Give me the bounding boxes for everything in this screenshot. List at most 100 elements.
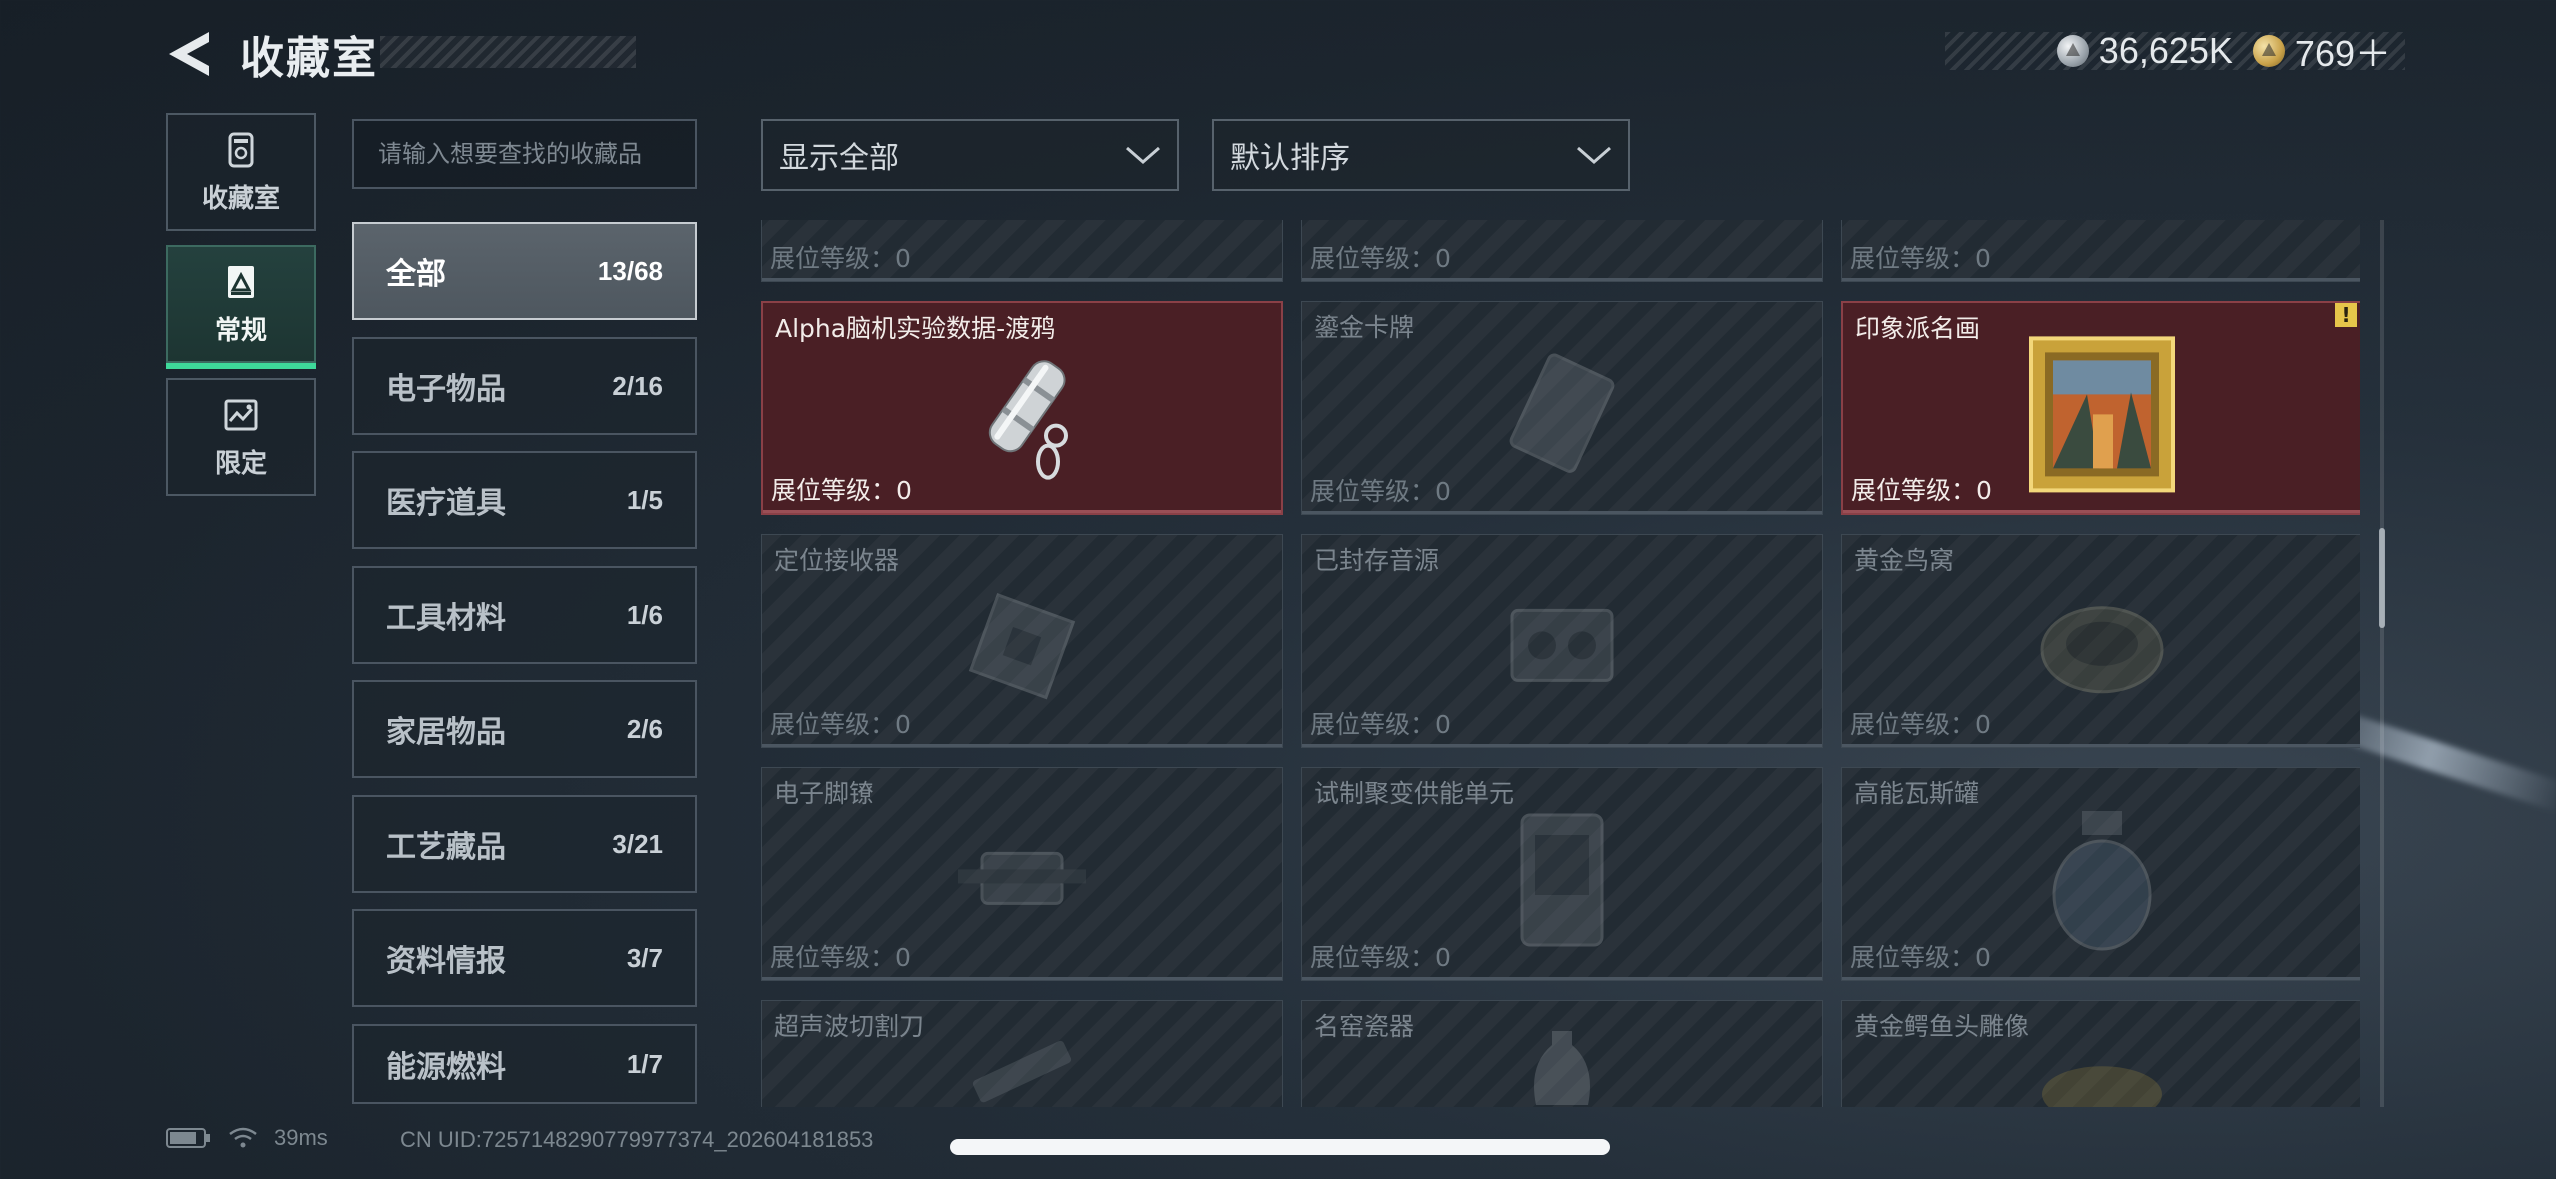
level-text: 展位等级：0	[771, 476, 912, 505]
category-household[interactable]: 家居物品 2/6	[352, 680, 697, 778]
category-count: 3/7	[626, 942, 663, 973]
category-name: 能源燃料	[386, 1050, 506, 1085]
collection-card[interactable]: 黄金鸟窝 展位等级：0	[1841, 534, 2360, 748]
item-name: 试制聚变供能单元	[1314, 779, 1515, 808]
level-text: 展位等级：0	[1310, 943, 1451, 972]
category-name: 工艺藏品	[386, 830, 506, 865]
level-text: 展位等级：0	[1850, 943, 1991, 972]
collection-card[interactable]: 电子脚镣 展位等级：0	[761, 767, 1283, 981]
category-count: 2/6	[626, 713, 663, 744]
item-name: 定位接收器	[774, 546, 900, 575]
item-name: 名窑瓷器	[1314, 1012, 1415, 1041]
collection-card[interactable]: 已封存音源 展位等级：0	[1301, 534, 1823, 748]
category-medical[interactable]: 医疗道具 1/5	[352, 451, 697, 549]
item-name: 已封存音源	[1314, 546, 1440, 575]
framed-painting-icon	[2029, 336, 2175, 493]
audio-icon	[1510, 608, 1614, 682]
category-energy[interactable]: 能源燃料 1/7	[352, 1024, 697, 1104]
item-name: 超声波切割刀	[774, 1012, 925, 1041]
level-text: 展位等级：0	[770, 943, 911, 972]
porcelain-icon	[1534, 1031, 1590, 1105]
nav-collection-room[interactable]: 收藏室	[166, 113, 316, 231]
item-name: 鎏金卡牌	[1314, 313, 1415, 342]
collection-card[interactable]: 高能瓦斯罐 展位等级：0	[1841, 767, 2360, 981]
level-text: 展位等级：0	[1310, 710, 1451, 739]
nest-icon	[2040, 606, 2164, 694]
gold-currency[interactable]: 769＋	[2252, 25, 2391, 77]
collection-card[interactable]: 定位接收器 展位等级：0	[761, 534, 1283, 748]
item-name: 高能瓦斯罐	[1854, 779, 1980, 808]
search-field[interactable]	[352, 119, 697, 189]
limited-icon	[224, 399, 258, 430]
collection-card[interactable]: 超声波切割刀	[761, 1000, 1283, 1107]
grid-scrollbar-thumb[interactable]	[2379, 528, 2385, 628]
nav-label: 常规	[214, 315, 267, 346]
level-text: 展位等级：0	[1310, 477, 1451, 506]
display-filter-value: 显示全部	[779, 141, 899, 176]
currency-bar: 36,625K 769＋	[1945, 30, 2405, 74]
search-input[interactable]	[378, 140, 671, 168]
category-tools[interactable]: 工具材料 1/6	[352, 566, 697, 664]
level-text: 展位等级：0	[1851, 476, 1992, 505]
collection-card[interactable]: 展位等级：0	[1841, 220, 2360, 282]
gold-amount: 769＋	[2294, 33, 2391, 74]
collection-card[interactable]: 印象派名画 ! 展位等级：0	[1841, 301, 2360, 515]
item-name: 电子脚镣	[774, 779, 875, 808]
silver-coin-icon	[2056, 35, 2089, 67]
collection-card[interactable]: 黄金鳄鱼头雕像	[1841, 1000, 2360, 1107]
category-name: 工具材料	[386, 601, 506, 636]
alert-badge: !	[2335, 303, 2357, 327]
category-name: 家居物品	[386, 715, 506, 750]
sort-value: 默认排序	[1230, 141, 1350, 176]
collection-card[interactable]: Alpha脑机实验数据-渡鸦 展位等级：0	[761, 301, 1283, 515]
title-decoration	[380, 36, 636, 68]
collection-card[interactable]: 鎏金卡牌 展位等级：0	[1301, 301, 1823, 515]
data-capsule-icon	[988, 360, 1068, 480]
silver-amount: 36,625K	[2098, 30, 2233, 71]
category-crafts[interactable]: 工艺藏品 3/21	[352, 795, 697, 893]
category-name: 医疗道具	[386, 486, 506, 521]
battery-icon	[166, 1128, 210, 1148]
cutter-icon	[972, 1040, 1072, 1103]
gas-canister-icon	[2052, 811, 2152, 951]
category-count: 1/5	[626, 484, 663, 515]
category-name: 资料情报	[386, 944, 506, 979]
regular-badge-icon	[228, 265, 254, 298]
chevron-down-icon	[1577, 146, 1611, 164]
level-text: 展位等级：0	[1850, 244, 1991, 273]
level-text: 展位等级：0	[770, 244, 911, 273]
wifi-icon	[229, 1127, 257, 1148]
category-count: 1/6	[626, 599, 663, 630]
croc-statue-icon	[2042, 1066, 2162, 1107]
nav-label: 收藏室	[201, 183, 280, 214]
silver-currency: 36,625K	[2056, 30, 2233, 72]
card-icon	[1509, 353, 1615, 473]
collection-card[interactable]: 展位等级：0	[1301, 220, 1823, 282]
category-intel[interactable]: 资料情报 3/7	[352, 909, 697, 1007]
back-arrow-icon	[169, 32, 209, 76]
sort-dropdown[interactable]: 默认排序	[1212, 119, 1630, 191]
item-name: 黄金鳄鱼头雕像	[1854, 1012, 2030, 1041]
grid-scrollbar-track[interactable]	[2380, 220, 2384, 1107]
category-count: 2/16	[612, 370, 663, 401]
chevron-down-icon	[1126, 146, 1160, 164]
category-electronics[interactable]: 电子物品 2/16	[352, 337, 697, 435]
home-indicator[interactable]	[950, 1139, 1610, 1155]
item-name: 黄金鸟窝	[1854, 546, 1955, 575]
nav-regular[interactable]: 常规	[166, 245, 316, 369]
back-button[interactable]	[165, 28, 213, 80]
collection-card[interactable]: 名窑瓷器	[1301, 1000, 1823, 1107]
fusion-cell-icon	[1520, 813, 1604, 947]
collection-card[interactable]: 试制聚变供能单元 展位等级：0	[1301, 767, 1823, 981]
level-text: 展位等级：0	[1310, 244, 1451, 273]
collection-card[interactable]: 展位等级：0	[761, 220, 1283, 282]
item-name: 印象派名画	[1855, 314, 1981, 343]
ping-value: 39ms	[274, 1125, 328, 1150]
category-count: 1/7	[626, 1048, 663, 1079]
collection-grid: 展位等级：0 展位等级：0 展位等级：0 Alpha脑机实验数据-渡鸦 展位等级…	[760, 220, 2360, 1107]
category-name: 电子物品	[386, 372, 506, 407]
nav-limited[interactable]: 限定	[166, 378, 316, 496]
display-filter-dropdown[interactable]: 显示全部	[761, 119, 1179, 191]
category-all[interactable]: 全部 13/68	[352, 222, 697, 320]
gold-coin-icon	[2252, 35, 2285, 67]
